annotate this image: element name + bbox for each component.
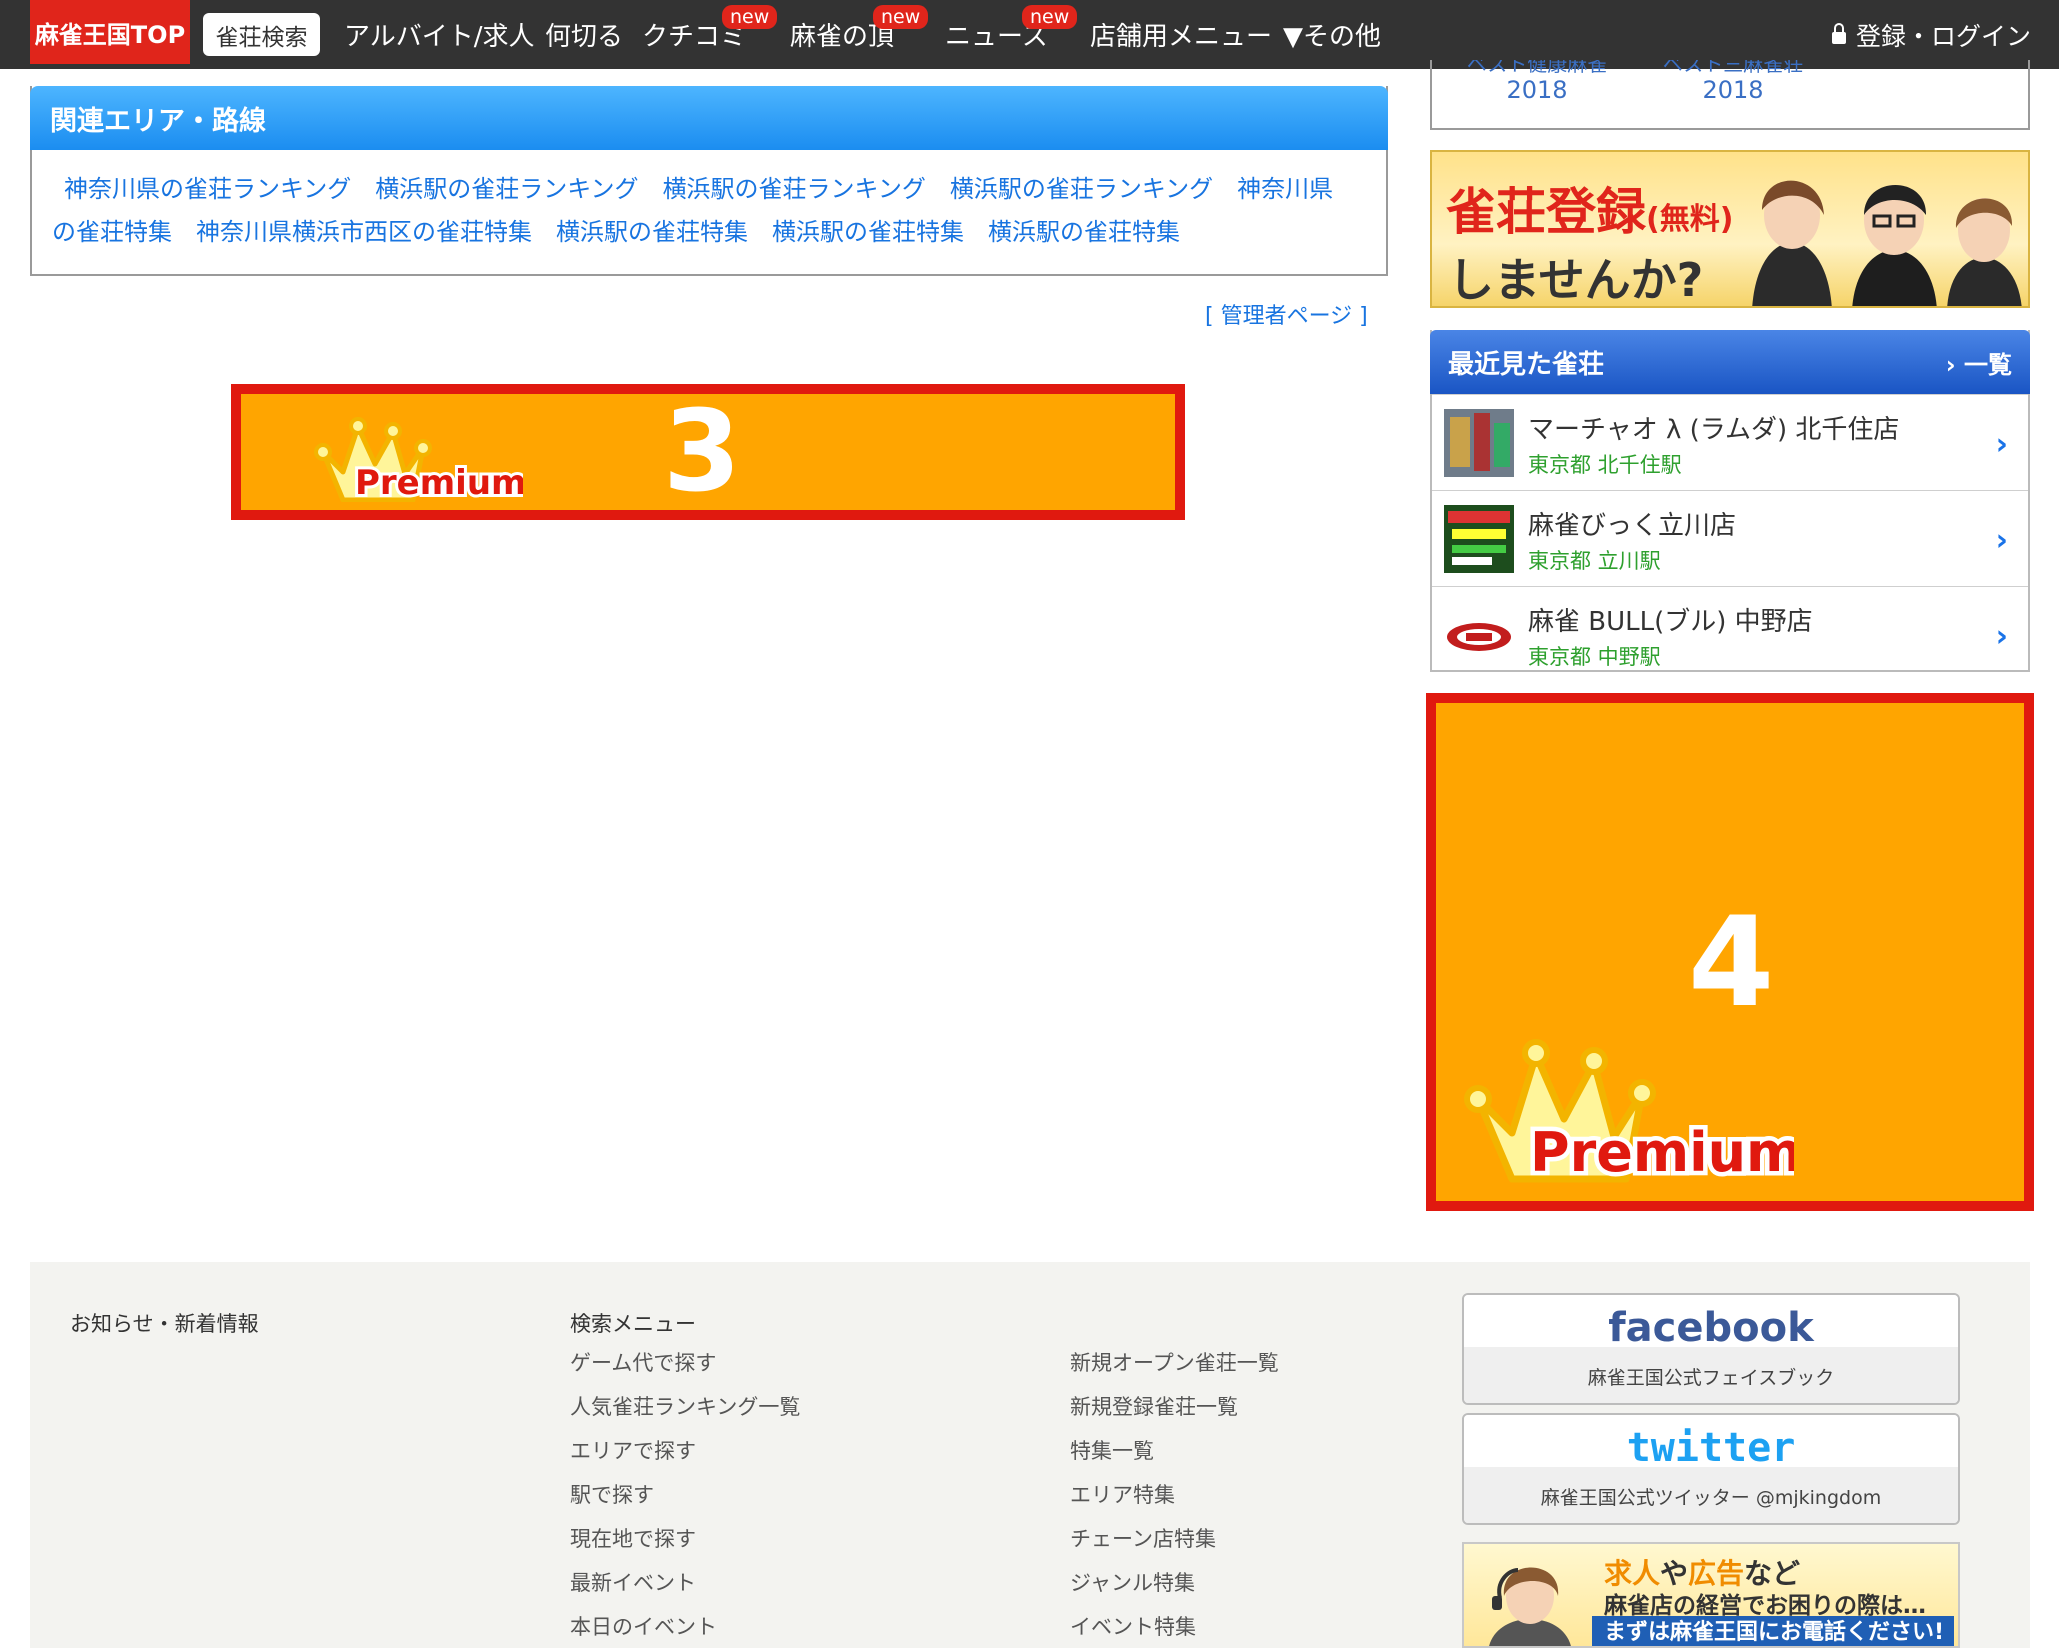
related-link[interactable]: 神奈川県の雀荘ランキング: [64, 175, 351, 203]
related-link[interactable]: 神奈川県横浜市西区の雀荘特集: [196, 218, 532, 246]
signup-subline: しませんか?: [1448, 253, 1704, 307]
chevron-right-icon: ›: [1995, 619, 2008, 654]
related-link[interactable]: 横浜駅の雀荘特集: [556, 218, 748, 246]
shop-name: 麻雀びっく立川店: [1528, 511, 1737, 541]
related-area-links: 神奈川県の雀荘ランキング 横浜駅の雀荘ランキング 横浜駅の雀荘ランキング 横浜駅の雀荘…: [32, 150, 1386, 254]
shop-area: 東京都 北千住駅: [1528, 453, 1682, 477]
footer-link[interactable]: 新規登録雀荘一覧: [1070, 1392, 1279, 1436]
footer-link[interactable]: イベント特集: [1070, 1612, 1279, 1648]
recently-viewed-title: 最近見た雀荘: [1448, 349, 1605, 380]
related-area-box: 関連エリア・路線 神奈川県の雀荘ランキング 横浜駅の雀荘ランキング 横浜駅の雀荘ラン…: [30, 86, 1388, 276]
premium-crown-icon: Premium: [314, 417, 523, 502]
footer-link[interactable]: エリア特集: [1070, 1480, 1279, 1524]
facebook-caption: 麻雀王国公式フェイスブック: [1587, 1367, 1835, 1389]
footer-link[interactable]: チェーン店特集: [1070, 1524, 1279, 1568]
contact-banner[interactable]: 求人や広告など 麻雀店の経営でお困りの際は… まずは麻雀王国にお電話ください!: [1462, 1542, 1960, 1648]
footer-search-column-1: ゲーム代で探す 人気雀荘ランキング一覧 エリアで探す 駅で探す 現在地で探す 最…: [570, 1348, 800, 1648]
shop-name: 麻雀 BULL(ブル) 中野店: [1528, 607, 1813, 637]
award-label: ベスト三麻雀荘: [1662, 60, 1804, 76]
chevron-right-icon: ›: [1995, 523, 2008, 558]
nav-other-dropdown[interactable]: ▼その他: [1283, 0, 1381, 69]
award-label: ベスト健康麻雀: [1466, 60, 1608, 76]
recently-viewed-header: 最近見た雀荘 › 一覧: [1430, 330, 2030, 394]
contact-subline: 麻雀店の経営でお困りの際は…: [1604, 1593, 1926, 1619]
shop-name: マーチャオ λ (ラムダ) 北千住店: [1528, 415, 1900, 445]
shop-area: 東京都 中野駅: [1528, 645, 1661, 669]
twitter-logo-icon: twitter: [1626, 1425, 1796, 1471]
chevron-right-icon: ›: [1945, 350, 1964, 379]
premium-slot-number: 4: [1688, 891, 1775, 1035]
related-link[interactable]: 横浜駅の雀荘ランキング: [663, 175, 926, 203]
new-badge: new: [873, 5, 929, 29]
premium-banner-4[interactable]: 4 Premium: [1426, 693, 2034, 1211]
related-link[interactable]: 横浜駅の雀荘特集: [772, 218, 964, 246]
premium-banner-3[interactable]: Premium 3: [231, 384, 1185, 520]
view-all-link[interactable]: › 一覧: [1946, 345, 2012, 380]
footer-link[interactable]: 新規オープン雀荘一覧: [1070, 1348, 1279, 1392]
nav-search-button[interactable]: 雀荘検索: [203, 13, 320, 56]
operator-illustration-icon: [1489, 1567, 1571, 1646]
twitter-caption: 麻雀王国公式ツイッター @mjkingdom: [1540, 1487, 1882, 1509]
twitter-button[interactable]: twitter 麻雀王国公式ツイッター @mjkingdom: [1462, 1413, 1960, 1525]
new-badge: new: [1022, 5, 1078, 29]
staff-illustration-icon: [1752, 180, 2022, 306]
signup-headline: 雀荘登録(無料): [1446, 183, 1734, 241]
nav-shop-menu-link[interactable]: 店舗用メニュー: [1090, 0, 1272, 69]
shop-thumbnail: [1444, 409, 1514, 477]
top-navigation-bar: 麻雀王国TOP 雀荘検索 アルバイト/求人 何切る クチコミ new 麻雀の頂 …: [0, 0, 2059, 69]
facebook-button[interactable]: facebook 麻雀王国公式フェイスブック: [1462, 1293, 1960, 1405]
chevron-right-icon: ›: [1995, 427, 2008, 462]
footer-link[interactable]: 人気雀荘ランキング一覧: [570, 1392, 800, 1436]
footer-link[interactable]: 現在地で探す: [570, 1524, 800, 1568]
admin-page-link[interactable]: [ 管理者ページ ]: [1205, 298, 1368, 330]
shop-area: 東京都 立川駅: [1528, 549, 1661, 573]
footer-link[interactable]: 本日のイベント: [570, 1612, 800, 1648]
nav-login-label: 登録・ログイン: [1855, 21, 2031, 51]
svg-text:Premium: Premium: [1530, 1121, 1794, 1183]
svg-text:Premium: Premium: [355, 463, 523, 502]
award-year: 2018: [1702, 76, 1764, 104]
award-item[interactable]: ベスト三麻雀荘 2018: [1648, 60, 1818, 104]
related-link[interactable]: 横浜駅の雀荘ランキング: [950, 175, 1213, 203]
nav-job-link[interactable]: アルバイト/求人: [344, 0, 535, 69]
footer-link[interactable]: 最新イベント: [570, 1568, 800, 1612]
nav-top-button[interactable]: 麻雀王国TOP: [30, 0, 190, 64]
footer-news-title: お知らせ・新着情報: [70, 1312, 259, 1336]
award-item[interactable]: ベスト健康麻雀 2018: [1452, 60, 1622, 104]
footer-link[interactable]: 駅で探す: [570, 1480, 800, 1524]
contact-call-to-action: まずは麻雀王国にお電話ください!: [1592, 1616, 1954, 1646]
related-area-title: 関連エリア・路線: [30, 86, 1388, 150]
facebook-logo-icon: facebook: [1608, 1305, 1814, 1351]
shop-thumbnail: [1444, 505, 1514, 573]
footer-link[interactable]: ゲーム代で探す: [570, 1348, 800, 1392]
lock-icon: [1831, 22, 1846, 44]
premium-crown-icon: Premium: [1464, 1039, 1794, 1183]
shop-thumbnail: [1444, 601, 1514, 669]
footer-link[interactable]: エリアで探す: [570, 1436, 800, 1480]
related-link[interactable]: 神奈川県: [1237, 175, 1333, 203]
related-link[interactable]: の雀荘特集: [52, 218, 172, 246]
award-box: ベスト健康麻雀 2018 ベスト三麻雀荘 2018: [1430, 60, 2030, 130]
recent-shop-item[interactable]: 麻雀 BULL(ブル) 中野店 東京都 中野駅 ›: [1432, 586, 2028, 682]
shop-signup-banner[interactable]: 雀荘登録(無料) しませんか?: [1430, 150, 2030, 308]
recently-viewed-panel: 最近見た雀荘 › 一覧 マーチャオ λ (ラムダ) 北千住店 東京都 北千住駅 …: [1430, 330, 2030, 672]
footer-search-column-2: 新規オープン雀荘一覧 新規登録雀荘一覧 特集一覧 エリア特集 チェーン店特集 ジ…: [1070, 1348, 1279, 1648]
footer-link[interactable]: ジャンル特集: [1070, 1568, 1279, 1612]
nav-nanikiru-link[interactable]: 何切る: [545, 0, 623, 69]
award-year: 2018: [1506, 76, 1568, 104]
nav-login-link[interactable]: 登録・ログイン: [1831, 0, 2031, 69]
related-link[interactable]: 横浜駅の雀荘ランキング: [375, 175, 638, 203]
footer-search-title: 検索メニュー: [570, 1312, 696, 1336]
footer-link[interactable]: 特集一覧: [1070, 1436, 1279, 1480]
new-badge: new: [722, 5, 778, 29]
related-link[interactable]: 横浜駅の雀荘特集: [988, 218, 1180, 246]
recent-shop-item[interactable]: マーチャオ λ (ラムダ) 北千住店 東京都 北千住駅 ›: [1432, 394, 2028, 490]
premium-slot-number: 3: [663, 387, 741, 517]
recent-shop-item[interactable]: 麻雀びっく立川店 東京都 立川駅 ›: [1432, 490, 2028, 586]
